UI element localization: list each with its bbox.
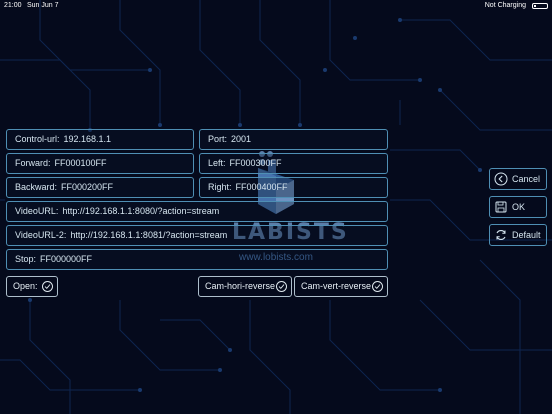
open-toggle[interactable]: Open: [6, 276, 58, 297]
backward-field[interactable]: Backward: FF000200FF [6, 177, 194, 198]
right-value: FF000400FF [235, 182, 288, 192]
chevron-left-circle-icon [494, 172, 508, 186]
stop-field[interactable]: Stop: FF000000FF [6, 249, 388, 270]
port-value: 2001 [231, 134, 252, 144]
cam-vert-reverse-toggle[interactable]: Cam-vert-reverse [294, 276, 388, 297]
refresh-icon [496, 230, 506, 240]
ok-label: OK [512, 202, 526, 212]
video-url-value: http://192.168.1.1:8080/?action=stream [62, 206, 220, 216]
forward-value: FF000100FF [54, 158, 107, 168]
right-label: Right: [208, 182, 232, 192]
control-url-value: 192.168.1.1 [63, 134, 112, 144]
cam-hori-reverse-toggle[interactable]: Cam-hori-reverse [198, 276, 292, 297]
control-url-field[interactable]: Control-url: 192.168.1.1 [6, 129, 194, 150]
status-time: 21:00 [4, 2, 22, 9]
save-icon [495, 201, 507, 213]
backward-label: Backward: [15, 182, 58, 192]
stop-value: FF000000FF [40, 254, 93, 264]
ok-button[interactable]: OK [489, 196, 547, 218]
cam-vert-reverse-label: Cam-vert-reverse [301, 281, 372, 291]
video-url-2-value: http://192.168.1.1:8081/?action=stream [70, 230, 228, 240]
video-url-field[interactable]: VideoURL: http://192.168.1.1:8080/?action… [6, 201, 388, 222]
cam-hori-reverse-label: Cam-hori-reverse [205, 281, 276, 291]
open-label: Open: [13, 281, 38, 291]
cancel-button[interactable]: Cancel [489, 168, 547, 190]
forward-field[interactable]: Forward: FF000100FF [6, 153, 194, 174]
status-date: Sun Jun 7 [27, 2, 59, 9]
check-circle-icon [276, 281, 287, 292]
left-field[interactable]: Left: FF000300FF [199, 153, 388, 174]
check-circle-icon [372, 281, 383, 292]
video-url-label: VideoURL: [15, 206, 59, 216]
control-url-label: Control-url: [15, 134, 60, 144]
port-field[interactable]: Port: 2001 [199, 129, 388, 150]
default-label: Default [512, 230, 541, 240]
video-url-2-field[interactable]: VideoURL-2: http://192.168.1.1:8081/?acti… [6, 225, 388, 246]
stop-label: Stop: [15, 254, 37, 264]
forward-label: Forward: [15, 158, 51, 168]
status-bar: 21:00 Sun Jun 7 Not Charging [0, 0, 552, 12]
video-url-2-label: VideoURL-2: [15, 230, 67, 240]
default-button[interactable]: Default [489, 224, 547, 246]
check-circle-icon [42, 281, 53, 292]
cancel-label: Cancel [512, 174, 541, 184]
port-label: Port: [208, 134, 228, 144]
backward-value: FF000200FF [61, 182, 114, 192]
left-label: Left: [208, 158, 226, 168]
battery-icon [532, 3, 548, 9]
status-charging: Not Charging [484, 2, 526, 9]
left-value: FF000300FF [229, 158, 282, 168]
right-field[interactable]: Right: FF000400FF [199, 177, 388, 198]
